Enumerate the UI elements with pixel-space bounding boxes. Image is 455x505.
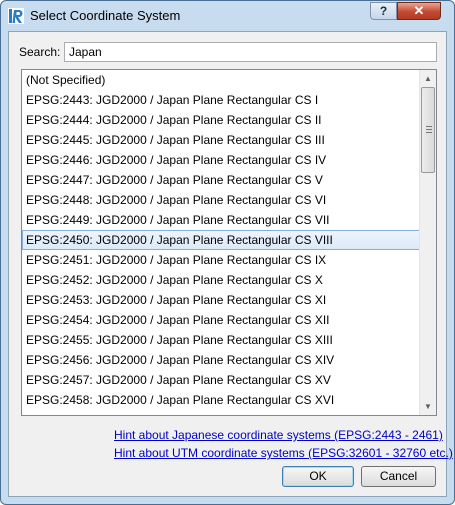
close-icon: ✕ [413,3,425,18]
thumb-grip [426,129,432,130]
list-item[interactable]: EPSG:2451: JGD2000 / Japan Plane Rectang… [22,250,420,270]
coordinate-system-list[interactable]: (Not Specified) EPSG:2443: JGD2000 / Japa… [21,69,437,416]
help-button[interactable]: ? [370,2,397,20]
search-input[interactable] [64,42,437,62]
list-item[interactable]: EPSG:2459: JGD2000 / Japan Plane Rectang… [22,410,420,415]
list-item[interactable]: EPSG:2450: JGD2000 / Japan Plane Rectang… [22,230,420,250]
list-item[interactable]: EPSG:2443: JGD2000 / Japan Plane Rectang… [22,90,420,110]
vertical-scrollbar[interactable]: ▲ ▼ [419,70,436,415]
thumb-grip [426,132,432,133]
list-item[interactable]: EPSG:2447: JGD2000 / Japan Plane Rectang… [22,170,420,190]
list-item[interactable]: EPSG:2449: JGD2000 / Japan Plane Rectang… [22,210,420,230]
ok-button[interactable]: OK [282,466,354,487]
list-item[interactable]: EPSG:2454: JGD2000 / Japan Plane Rectang… [22,310,420,330]
cancel-button-label: Cancel [379,469,418,483]
close-button[interactable]: ✕ [397,2,441,20]
dialog-body: Search: (Not Specified)EPSG:2443: JGD200… [8,31,453,497]
list-item[interactable]: EPSG:2452: JGD2000 / Japan Plane Rectang… [22,270,420,290]
list-items: (Not Specified) EPSG:2443: JGD2000 / Japa… [22,70,420,415]
scroll-down-button[interactable]: ▼ [420,398,436,415]
window-title: Select Coordinate System [30,8,181,23]
app-logo-icon [8,8,24,24]
cancel-button[interactable]: Cancel [361,466,436,487]
scroll-up-button[interactable]: ▲ [420,70,436,87]
help-icon: ? [379,4,388,18]
title-bar[interactable]: Select Coordinate System ? ✕ [1,1,454,31]
list-item[interactable]: EPSG:2456: JGD2000 / Japan Plane Rectang… [22,350,420,370]
japanese-systems-hint-link[interactable]: Hint about Japanese coordinate systems (… [114,428,443,442]
utm-systems-hint-link[interactable]: Hint about UTM coordinate systems (EPSG:… [114,446,453,460]
list-item[interactable]: (Not Specified) [22,70,420,90]
scroll-thumb[interactable] [421,87,435,173]
list-item[interactable]: EPSG:2453: JGD2000 / Japan Plane Rectang… [22,290,420,310]
list-item[interactable]: EPSG:2446: JGD2000 / Japan Plane Rectang… [22,150,420,170]
list-item[interactable]: EPSG:2444: JGD2000 / Japan Plane Rectang… [22,110,420,130]
ok-button-label: OK [309,469,327,483]
dialog-window: Select Coordinate System ? ✕ Search: (No… [0,0,455,505]
chevron-up-icon: ▲ [424,74,432,83]
list-item[interactable]: EPSG:2457: JGD2000 / Japan Plane Rectang… [22,370,420,390]
list-item[interactable]: EPSG:2455: JGD2000 / Japan Plane Rectang… [22,330,420,350]
chevron-down-icon: ▼ [424,402,432,411]
list-item[interactable]: EPSG:2458: JGD2000 / Japan Plane Rectang… [22,390,420,410]
search-label: Search: [19,45,61,59]
thumb-grip [426,126,432,127]
list-item[interactable]: EPSG:2448: JGD2000 / Japan Plane Rectang… [22,190,420,210]
list-item[interactable]: EPSG:2445: JGD2000 / Japan Plane Rectang… [22,130,420,150]
